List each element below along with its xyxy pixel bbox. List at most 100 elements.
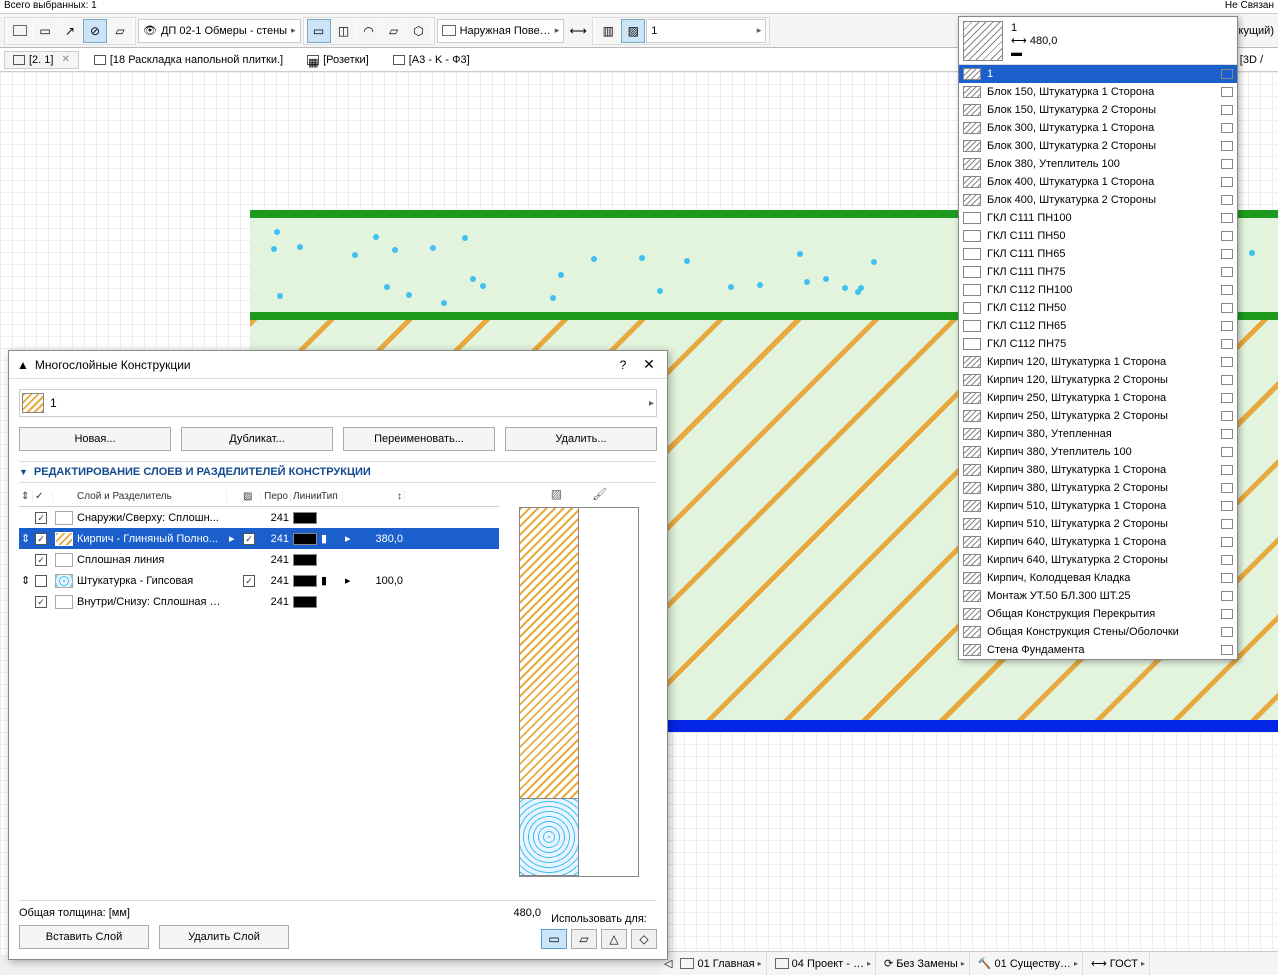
composite-item[interactable]: ГКЛ С112 ПН100: [959, 281, 1237, 299]
geometry-poly-icon[interactable]: ⬡: [407, 19, 431, 43]
tab-1[interactable]: [18 Раскладка напольной плитки.]: [85, 51, 292, 69]
col-line[interactable]: Линии: [291, 491, 319, 502]
composite-item[interactable]: ГКЛ С112 ПН65: [959, 317, 1237, 335]
pen-value[interactable]: 241: [261, 596, 291, 608]
layer-row[interactable]: ⇕ ✓ Кирпич - Глиняный Полно... ▸ ✓ 241 ▮…: [19, 528, 499, 549]
composite-item[interactable]: Общая Конструкция Стены/Оболочки: [959, 623, 1237, 641]
tab-3[interactable]: [A3 - K - Ф3]: [384, 51, 479, 69]
rename-button[interactable]: Переименовать...: [343, 427, 495, 451]
col-expand[interactable]: ⇕: [19, 491, 33, 502]
composite-item[interactable]: ГКЛ С111 ПН65: [959, 245, 1237, 263]
close-icon[interactable]: ✕: [61, 54, 69, 65]
composite-item[interactable]: Кирпич 120, Штукатурка 2 Стороны: [959, 371, 1237, 389]
delete-button[interactable]: Удалить...: [505, 427, 657, 451]
col-layer[interactable]: Слой и Разделитель: [75, 491, 227, 502]
composite-item[interactable]: Блок 300, Штукатурка 2 Стороны: [959, 137, 1237, 155]
core-checkbox[interactable]: ✓: [243, 533, 255, 545]
composite-item[interactable]: Кирпич 250, Штукатурка 1 Сторона: [959, 389, 1237, 407]
composite-item[interactable]: Блок 150, Штукатурка 2 Стороны: [959, 101, 1237, 119]
ref-line-icon[interactable]: ⟷: [566, 19, 590, 43]
layer-row[interactable]: ✓ Сплошная линия 241: [19, 549, 499, 570]
composite-item[interactable]: Кирпич 380, Штукатурка 1 Сторона: [959, 461, 1237, 479]
duplicate-button[interactable]: Дубликат...: [181, 427, 333, 451]
composite-item[interactable]: ГКЛ С111 ПН75: [959, 263, 1237, 281]
col-pen[interactable]: Перо: [261, 491, 291, 502]
composite-item[interactable]: Кирпич 640, Штукатурка 2 Стороны: [959, 551, 1237, 569]
visible-checkbox[interactable]: [35, 575, 47, 587]
pen-value[interactable]: 241: [261, 512, 291, 524]
line-swatch[interactable]: [293, 554, 317, 566]
use-shell-icon[interactable]: ◇: [631, 929, 657, 949]
composite-item[interactable]: Кирпич 120, Штукатурка 1 Сторона: [959, 353, 1237, 371]
insert-layer-button[interactable]: Вставить Слой: [19, 925, 149, 949]
composite-hatch-icon[interactable]: ▨: [621, 19, 645, 43]
composite-item[interactable]: Блок 300, Штукатурка 1 Сторона: [959, 119, 1237, 137]
composite-item[interactable]: ГКЛ С112 ПН75: [959, 335, 1237, 353]
composite-item[interactable]: Кирпич 510, Штукатурка 1 Сторона: [959, 497, 1237, 515]
pen-value[interactable]: 241: [261, 575, 291, 587]
status-item-1[interactable]: 04 Проект - … ▸: [771, 952, 876, 975]
tab-2[interactable]: ▦ [Розетки]: [298, 51, 378, 69]
use-roof-icon[interactable]: △: [601, 929, 627, 949]
geometry-box-icon[interactable]: ◫: [332, 19, 356, 43]
layer-row[interactable]: ✓ Снаружи/Сверху: Сплошн... 241: [19, 507, 499, 528]
composite-item[interactable]: ГКЛ С111 ПН100: [959, 209, 1237, 227]
composite-item[interactable]: Кирпич 640, Штукатурка 1 Сторона: [959, 533, 1237, 551]
line-swatch[interactable]: [293, 512, 317, 524]
col-visible[interactable]: ✓: [33, 491, 53, 502]
status-item-4[interactable]: ⟷ ГОСТ ▸: [1087, 952, 1150, 975]
composite-item[interactable]: Блок 400, Штукатурка 2 Стороны: [959, 191, 1237, 209]
composite-item[interactable]: ГКЛ С111 ПН50: [959, 227, 1237, 245]
layer-profile-icon[interactable]: ▥: [596, 19, 620, 43]
geometry-straight-icon[interactable]: ▭: [307, 19, 331, 43]
composite-item[interactable]: Блок 400, Штукатурка 1 Сторона: [959, 173, 1237, 191]
col-core[interactable]: ▨: [241, 491, 261, 502]
pen-value[interactable]: 241: [261, 533, 291, 545]
dialog-titlebar[interactable]: ▲ Многослойные Конструкции ? ✕: [9, 351, 667, 379]
composite-item[interactable]: Кирпич 380, Утеплитель 100: [959, 443, 1237, 461]
composite-item[interactable]: Кирпич 250, Штукатурка 2 Стороны: [959, 407, 1237, 425]
geometry-trap-icon[interactable]: ▱: [382, 19, 406, 43]
plane-icon[interactable]: ▱: [108, 19, 132, 43]
composite-name-selector[interactable]: 1 ▸: [19, 389, 657, 417]
surface-selector[interactable]: Наружная Пове… ▸: [437, 19, 565, 43]
type-icon[interactable]: ▮: [319, 574, 343, 587]
section-header[interactable]: ▼ РЕДАКТИРОВАНИЕ СЛОЕВ И РАЗДЕЛИТЕЛЕЙ КО…: [19, 461, 657, 483]
composite-item[interactable]: Стена Фундамента: [959, 641, 1237, 659]
core-checkbox[interactable]: ✓: [243, 575, 255, 587]
composite-item[interactable]: Кирпич, Колодцевая Кладка: [959, 569, 1237, 587]
geometry-curve-icon[interactable]: ◠: [357, 19, 381, 43]
new-button[interactable]: Новая...: [19, 427, 171, 451]
composite-item[interactable]: ГКЛ С112 ПН50: [959, 299, 1237, 317]
composite-item[interactable]: Кирпич 380, Штукатурка 2 Стороны: [959, 479, 1237, 497]
line-swatch[interactable]: [293, 596, 317, 608]
select-icon[interactable]: ▭: [33, 19, 57, 43]
visible-checkbox[interactable]: ✓: [35, 533, 47, 545]
status-item-3[interactable]: 🔨 01 Существу… ▸: [974, 952, 1083, 975]
view-selector[interactable]: ДП 02-1 Обмеры - стены ▸: [138, 19, 301, 43]
composite-item[interactable]: Общая Конструкция Перекрытия: [959, 605, 1237, 623]
line-swatch[interactable]: [293, 575, 317, 587]
tab-0[interactable]: [2. 1] ✕: [4, 51, 79, 69]
composite-input[interactable]: 1 ▸: [646, 19, 766, 43]
arrow-tool-icon[interactable]: ↗: [58, 19, 82, 43]
composite-item[interactable]: Кирпич 380, Утепленная: [959, 425, 1237, 443]
composite-item[interactable]: Блок 380, Утеплитель 100: [959, 155, 1237, 173]
composite-item[interactable]: Кирпич 510, Штукатурка 2 Стороны: [959, 515, 1237, 533]
status-item-0[interactable]: 01 Главная ▸: [676, 952, 766, 975]
visible-checkbox[interactable]: ✓: [35, 512, 47, 524]
col-thickness[interactable]: ↕: [357, 491, 405, 502]
thickness-value[interactable]: 100,0: [357, 575, 405, 587]
line-swatch[interactable]: [293, 533, 317, 545]
type-icon[interactable]: ▮: [319, 532, 343, 545]
close-button[interactable]: ✕: [639, 356, 659, 373]
composite-item[interactable]: 1: [959, 65, 1237, 83]
composite-item[interactable]: Монтаж УТ.50 БЛ.300 ШТ.25: [959, 587, 1237, 605]
visible-checkbox[interactable]: ✓: [35, 554, 47, 566]
visible-checkbox[interactable]: ✓: [35, 596, 47, 608]
thickness-value[interactable]: 380,0: [357, 533, 405, 545]
col-type[interactable]: Тип: [319, 491, 343, 502]
composite-item[interactable]: Блок 150, Штукатурка 1 Сторона: [959, 83, 1237, 101]
use-slab-icon[interactable]: ▱: [571, 929, 597, 949]
pen-value[interactable]: 241: [261, 554, 291, 566]
